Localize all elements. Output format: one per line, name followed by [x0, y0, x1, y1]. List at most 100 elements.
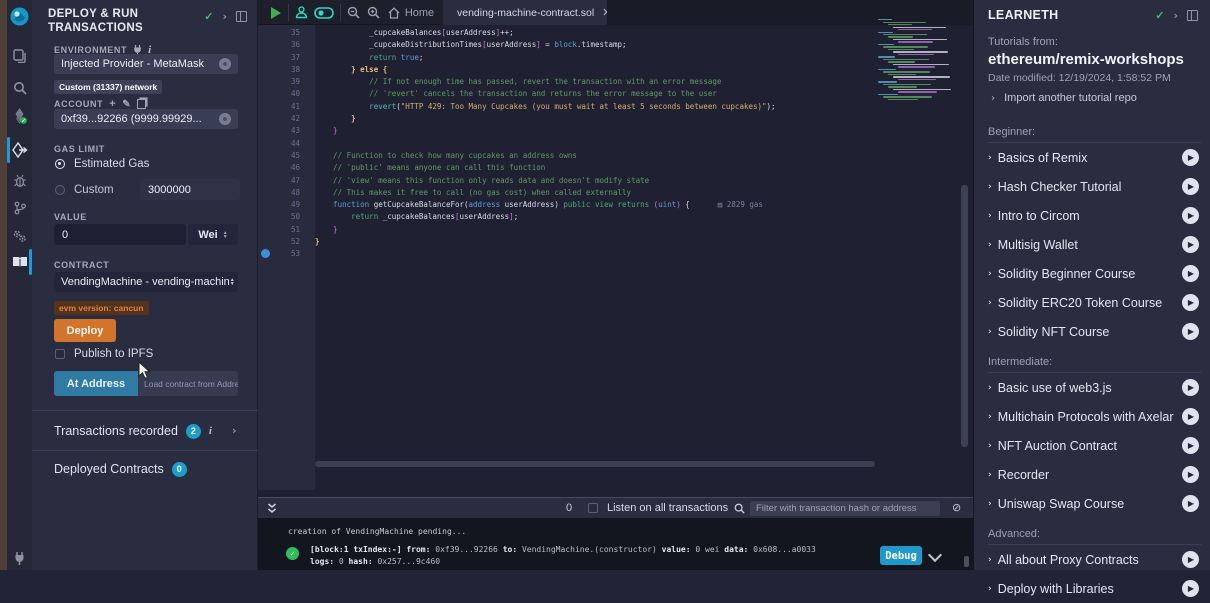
deployed-contracts-row[interactable]: Deployed Contracts 0 — [54, 457, 187, 481]
panel-expand-icon[interactable]: › — [222, 10, 227, 23]
value-unit-select[interactable]: Wei ▲▼ — [188, 224, 238, 245]
edit-account-icon[interactable]: ✎ — [122, 99, 131, 110]
tutorial-item[interactable]: ›Multisig Wallet▶ — [988, 230, 1201, 259]
code-line[interactable]: 43 } — [258, 125, 958, 137]
line-number[interactable]: 38 — [258, 64, 315, 76]
import-repo-row[interactable]: › Import another tutorial repo — [991, 92, 1137, 104]
code-line[interactable]: 53 — [258, 248, 958, 260]
line-number[interactable]: 44 — [258, 138, 315, 150]
code-line[interactable]: 40 // 'revert' cancels the transaction a… — [258, 88, 958, 100]
horizontal-scrollbar[interactable] — [315, 461, 875, 467]
tutorial-item[interactable]: ›Solidity ERC20 Token Course▶ — [988, 288, 1201, 317]
gas-estimated-option[interactable]: Estimated Gas — [55, 158, 149, 170]
play-tutorial-button[interactable]: ▶ — [1182, 178, 1199, 195]
editor-area[interactable]: Home vending-machine-contract.sol ✕ 35 _… — [258, 0, 973, 570]
tab-vending-machine-contract[interactable]: vending-machine-contract.sol ✕ — [443, 0, 607, 25]
code-line[interactable]: 48 // This makes it free to call (no gas… — [258, 187, 958, 199]
gas-custom-option[interactable]: Custom — [55, 184, 114, 196]
copy-account-icon[interactable] — [137, 99, 146, 109]
tutorial-item[interactable]: ›Basic use of web3.js▶ — [988, 373, 1201, 402]
code-line[interactable]: 44 — [258, 138, 958, 150]
zoom-in-icon[interactable] — [364, 0, 382, 25]
file-explorer-icon[interactable] — [7, 44, 32, 68]
play-tutorial-button[interactable]: ▶ — [1182, 580, 1199, 597]
code-line[interactable]: 36 _cupcakeDistributionTimes[userAddress… — [258, 39, 958, 51]
code-line[interactable]: 35 _cupcakeBalances[userAddress]++; — [258, 27, 958, 39]
radio-unselected-icon[interactable] — [55, 185, 65, 195]
play-tutorial-button[interactable]: ▶ — [1182, 495, 1199, 512]
listen-checkbox[interactable] — [588, 503, 598, 513]
transactions-recorded-row[interactable]: Transactions recorded 2 i — [54, 419, 212, 443]
play-tutorial-button[interactable]: ▶ — [1182, 207, 1199, 224]
terminal-log[interactable]: creation of VendingMachine pending... ✓ … — [258, 518, 973, 570]
deploy-button[interactable]: Deploy — [54, 319, 116, 342]
line-number[interactable]: 48 — [258, 187, 315, 199]
tutorial-item[interactable]: ›Hash Checker Tutorial▶ — [988, 172, 1201, 201]
account-select[interactable]: 0xf39...92266 (9999.99929... — [54, 109, 238, 129]
tutorial-item[interactable]: ›Uniswap Swap Course▶ — [988, 489, 1201, 518]
clear-console-icon[interactable]: ⊘ — [952, 501, 961, 514]
code-line[interactable]: 39 // If not enough time has passed, rev… — [258, 76, 958, 88]
copy-address-icon[interactable] — [219, 113, 231, 125]
debugger-icon[interactable] — [7, 169, 32, 193]
environment-select[interactable]: Injected Provider - MetaMask — [54, 54, 238, 74]
play-tutorial-button[interactable]: ▶ — [1182, 265, 1199, 282]
remix-logo-icon[interactable] — [7, 4, 32, 28]
panel-pin-icon[interactable] — [1187, 10, 1198, 21]
play-tutorial-button[interactable]: ▶ — [1182, 323, 1199, 340]
plugin-manager-icon[interactable] — [7, 224, 32, 248]
at-address-input[interactable]: Load contract from Addres — [138, 371, 238, 396]
code-line[interactable]: 38 } else { — [258, 64, 958, 76]
line-number[interactable]: 51 — [258, 224, 315, 236]
expand-tx-icon[interactable] — [928, 548, 942, 562]
code-line[interactable]: 50 return _cupcakeBalances[userAddress]; — [258, 211, 958, 223]
code-line[interactable]: 46 // 'public' means anyone can call thi… — [258, 162, 958, 174]
line-number[interactable]: 36 — [258, 39, 315, 51]
search-icon[interactable] — [7, 76, 32, 100]
git-icon[interactable] — [7, 196, 32, 220]
code-line[interactable]: 47 // 'view' means this function only re… — [258, 175, 958, 187]
line-number[interactable]: 49 — [258, 199, 315, 211]
transactions-expand-icon[interactable]: › — [232, 424, 237, 437]
line-number[interactable]: 46 — [258, 162, 315, 174]
plugin-connector-icon[interactable] — [7, 546, 32, 570]
play-tutorial-button[interactable]: ▶ — [1182, 236, 1199, 253]
line-number[interactable]: 52 — [258, 236, 315, 248]
run-script-icon[interactable] — [266, 0, 284, 25]
line-number[interactable]: 47 — [258, 175, 315, 187]
at-address-button[interactable]: At Address — [54, 371, 138, 396]
tx-log-entry[interactable]: [block:1 txIndex:-] from: 0xf39...92266 … — [310, 544, 816, 568]
tutorial-item[interactable]: ›Multichain Protocols with Axelar▶ — [988, 402, 1201, 431]
terminal-scrollbar[interactable] — [964, 556, 969, 567]
panel-pin-icon[interactable] — [236, 11, 247, 22]
line-number[interactable]: 35 — [258, 27, 315, 39]
code-line[interactable]: 42 } — [258, 113, 958, 125]
code-line[interactable]: 45 // Function to check how many cupcake… — [258, 150, 958, 162]
gas-custom-input[interactable]: 3000000 — [140, 179, 240, 200]
tutorial-item[interactable]: ›Solidity Beginner Course▶ — [988, 259, 1201, 288]
tutorial-item[interactable]: ›NFT Auction Contract▶ — [988, 431, 1201, 460]
line-number[interactable]: 45 — [258, 150, 315, 162]
contract-select[interactable]: VendingMachine - vending-machin ▲▼ — [54, 272, 238, 292]
play-tutorial-button[interactable]: ▶ — [1182, 408, 1199, 425]
remix-ai-assistant-icon[interactable] — [292, 0, 310, 25]
home-button[interactable]: Home — [386, 0, 436, 25]
play-tutorial-button[interactable]: ▶ — [1182, 466, 1199, 483]
play-tutorial-button[interactable]: ▶ — [1182, 379, 1199, 396]
line-number[interactable]: 39 — [258, 76, 315, 88]
code-line[interactable]: 52} — [258, 236, 958, 248]
checkbox-icon[interactable] — [55, 349, 65, 359]
info-icon[interactable]: i — [209, 425, 212, 437]
unit-stepper-icon[interactable]: ▲▼ — [223, 231, 228, 239]
code-content[interactable]: 35 _cupcakeBalances[userAddress]++;36 _c… — [258, 27, 958, 261]
tutorial-item[interactable]: ›Solidity NFT Course▶ — [988, 317, 1201, 346]
play-tutorial-button[interactable]: ▶ — [1182, 437, 1199, 454]
value-input[interactable]: 0 — [54, 224, 186, 245]
panel-expand-icon[interactable]: › — [1173, 9, 1178, 22]
tutorial-item[interactable]: ›Deploy with Libraries▶ — [988, 574, 1201, 603]
tutorial-item[interactable]: ›Recorder▶ — [988, 460, 1201, 489]
code-line[interactable]: 49 function getCupcakeBalanceFor(address… — [258, 199, 958, 211]
play-tutorial-button[interactable]: ▶ — [1182, 294, 1199, 311]
line-number[interactable]: 42 — [258, 113, 315, 125]
debug-button[interactable]: Debug — [880, 546, 922, 565]
